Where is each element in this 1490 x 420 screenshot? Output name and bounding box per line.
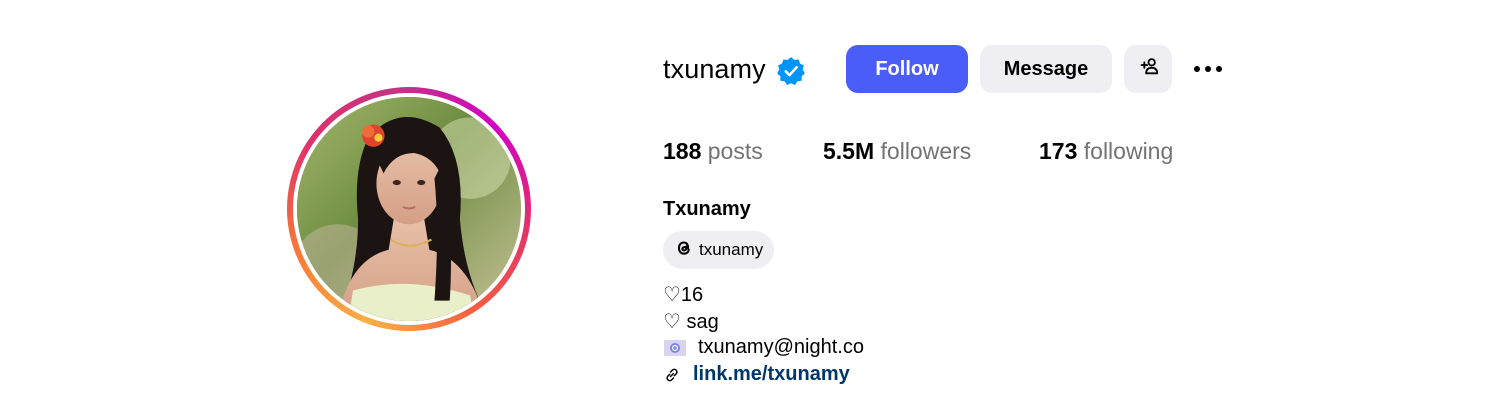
username: txunamy <box>663 53 766 84</box>
followers-stat[interactable]: 5.5M followers <box>823 138 971 165</box>
following-count: 173 <box>1039 138 1078 164</box>
verified-badge-icon <box>776 56 806 86</box>
avatar[interactable] <box>297 97 521 321</box>
posts-count: 188 <box>663 138 702 164</box>
dot <box>1205 66 1211 72</box>
threads-icon <box>673 237 695 264</box>
avatar-border <box>293 93 525 325</box>
follow-button[interactable]: Follow <box>846 45 968 93</box>
following-stat[interactable]: 173 following <box>1039 138 1173 165</box>
bio-line: ♡ sag <box>663 311 719 333</box>
followers-count: 5.5M <box>823 138 875 164</box>
bio-link[interactable]: link.me/txunamy <box>693 363 850 386</box>
dot <box>1194 66 1200 72</box>
email-icon <box>664 339 686 356</box>
threads-handle: txunamy <box>699 240 764 259</box>
followers-label: followers <box>880 138 972 164</box>
dot <box>1216 66 1222 72</box>
bio-email: txunamy@night.co <box>698 336 864 358</box>
story-ring[interactable] <box>287 87 531 331</box>
profile-header: txunamy <box>663 45 806 93</box>
suggest-users-button[interactable] <box>1124 45 1172 93</box>
more-options-icon[interactable] <box>1188 55 1228 83</box>
following-label: following <box>1083 138 1174 164</box>
full-name: Txunamy <box>663 198 751 220</box>
add-user-icon <box>1137 55 1159 83</box>
threads-badge[interactable]: txunamy <box>663 231 775 269</box>
bio-email-line: txunamy@night.co <box>663 336 864 359</box>
bio-link-line[interactable]: link.me/txunamy <box>663 363 850 386</box>
message-button[interactable]: Message <box>980 45 1112 93</box>
avatar-photo <box>297 97 521 321</box>
link-icon <box>666 368 678 381</box>
posts-label: posts <box>707 138 763 164</box>
bio-line: ♡16 <box>663 284 704 306</box>
posts-stat: 188 posts <box>663 138 763 165</box>
